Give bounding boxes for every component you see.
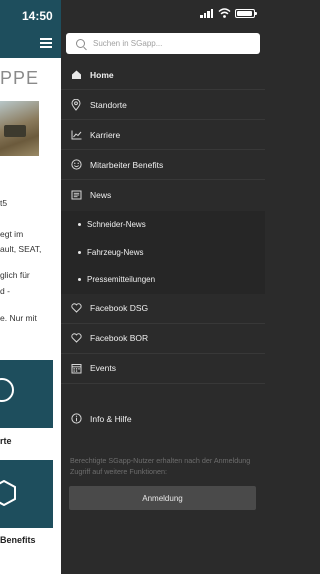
menu-item-label: Karriere [90, 129, 121, 140]
menu-item-facebook-bor[interactable]: Facebook BOR [61, 324, 265, 354]
info-icon [69, 412, 83, 426]
menu-item-label: Home [90, 69, 114, 80]
chart-line-icon [69, 128, 83, 142]
search-bar[interactable] [66, 33, 260, 54]
login-button[interactable]: Anmeldung [69, 486, 256, 510]
battery-icon [235, 8, 257, 18]
hexagon-icon [0, 480, 16, 506]
menu-item-events[interactable]: Events [61, 354, 265, 384]
submenu-item-label: Schneider-News [87, 220, 146, 230]
menu-item-label: Mitarbeiter Benefits [90, 159, 164, 170]
location-pin-icon [69, 98, 83, 112]
menu-item-label: Events [90, 363, 116, 373]
search-input[interactable] [93, 39, 253, 48]
home-icon [69, 68, 83, 82]
submenu-item-schneider-news[interactable]: Schneider-News [61, 211, 265, 239]
background-tile-standorte[interactable] [0, 360, 53, 428]
background-text: egt im [0, 229, 24, 239]
background-text: ault, SEAT, [0, 244, 42, 254]
navigation-drawer: Home Standorte Karriere Mitarbeiter Bene… [61, 0, 265, 574]
login-note: Berechtigte SGapp-Nutzer erhalten nach d… [70, 456, 251, 476]
calendar-icon [69, 361, 83, 375]
news-icon [69, 188, 83, 202]
background-text: e. Nur mit [0, 313, 37, 323]
background-tile-label: Benefits [0, 535, 36, 545]
bullet-icon [78, 223, 81, 227]
menu-item-news[interactable]: News [61, 180, 265, 210]
menu-item-label: Facebook BOR [90, 333, 149, 343]
background-page: 14:50 PPE t5 egt im ault, SEAT, glich fü… [0, 0, 61, 574]
menu-item-info-hilfe[interactable]: Info & Hilfe [61, 404, 265, 434]
background-tile-label: rte [0, 436, 12, 446]
signal-icon [200, 8, 214, 18]
menu-item-standorte[interactable]: Standorte [61, 90, 265, 120]
menu-item-karriere[interactable]: Karriere [61, 120, 265, 150]
background-text: d - [0, 286, 10, 296]
submenu-item-label: Fahrzeug-News [87, 247, 144, 257]
wifi-icon [218, 8, 231, 18]
status-bar [61, 0, 265, 26]
menu-item-label: Facebook DSG [90, 303, 149, 313]
status-time: 14:50 [22, 9, 53, 23]
background-tile-benefits[interactable] [0, 460, 53, 528]
bullet-icon [78, 278, 81, 282]
menu-item-label: News [90, 190, 112, 200]
menu-item-label: Info & Hilfe [90, 413, 132, 424]
background-text: t5 [0, 198, 8, 208]
submenu-item-pressemitteilungen[interactable]: Pressemitteilungen [61, 266, 265, 294]
location-icon [0, 378, 14, 402]
smiley-icon [69, 158, 83, 172]
submenu-item-label: Pressemitteilungen [87, 275, 156, 285]
menu-item-mitarbeiter-benefits[interactable]: Mitarbeiter Benefits [61, 150, 265, 180]
hamburger-menu-icon[interactable] [40, 38, 52, 48]
submenu-item-fahrzeug-news[interactable]: Fahrzeug-News [61, 238, 265, 266]
bullet-icon [78, 250, 81, 254]
status-icons [200, 8, 257, 18]
drawer-menu: Home Standorte Karriere Mitarbeiter Bene… [61, 60, 265, 434]
background-photo [0, 101, 39, 156]
background-header: 14:50 [0, 0, 61, 58]
background-text: glich für [0, 270, 30, 280]
menu-item-label: Standorte [90, 99, 127, 110]
background-title: PPE [0, 68, 40, 88]
menu-item-home[interactable]: Home [61, 60, 265, 90]
heart-icon [69, 331, 83, 345]
menu-item-facebook-dsg[interactable]: Facebook DSG [61, 294, 265, 324]
heart-icon [69, 301, 83, 315]
search-icon [76, 39, 85, 48]
